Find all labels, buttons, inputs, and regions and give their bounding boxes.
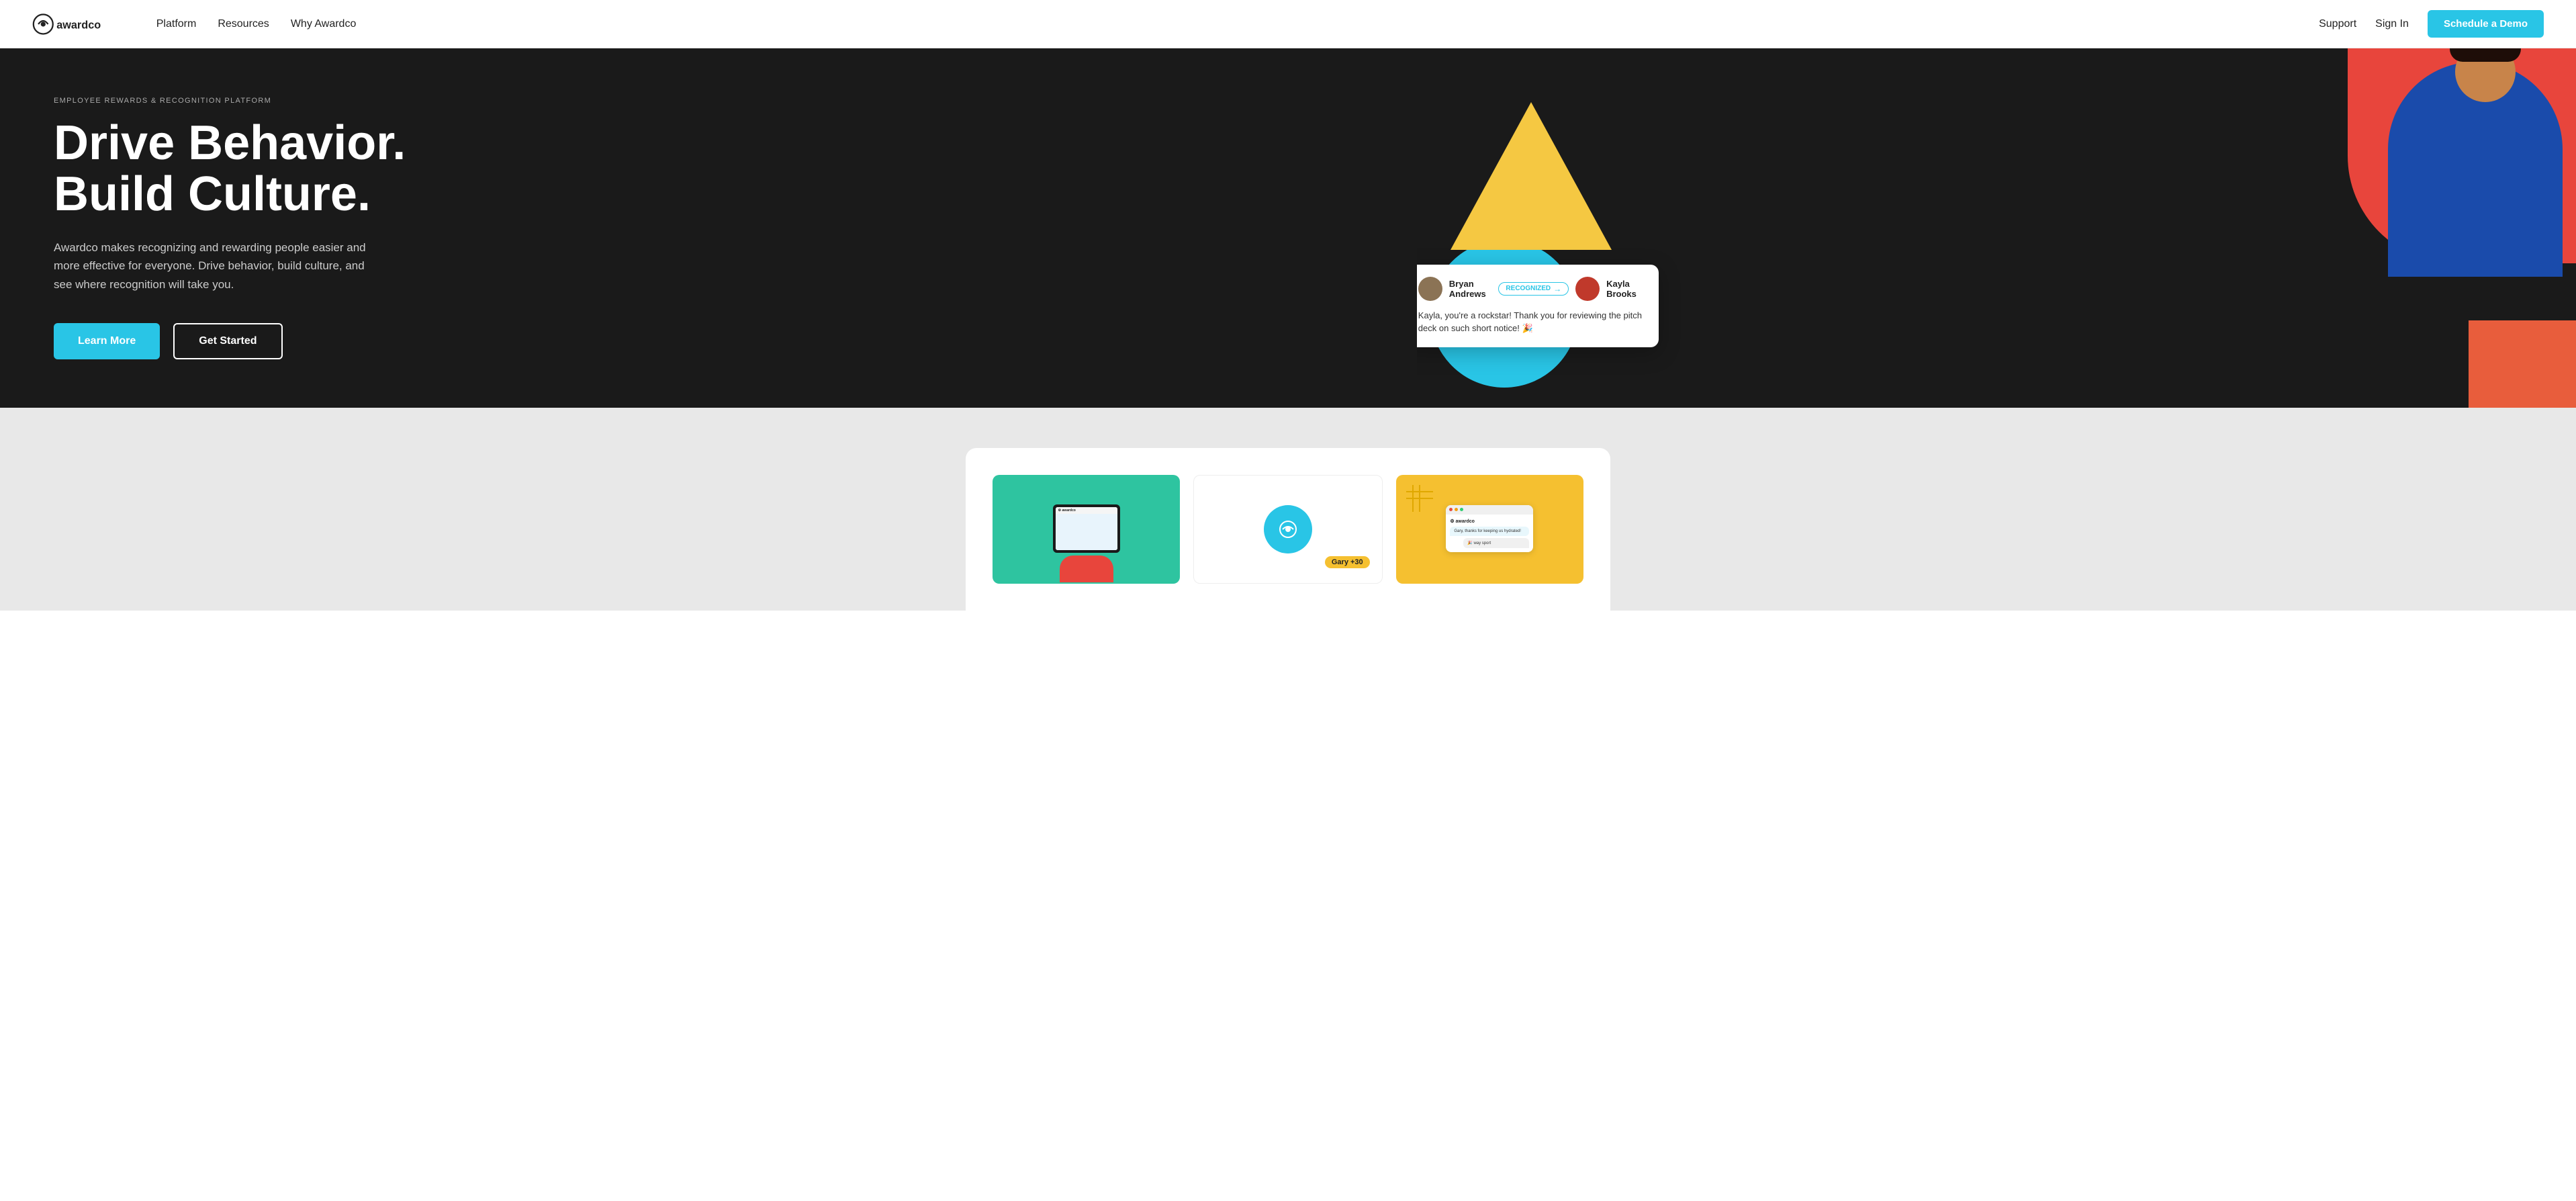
desktop-content: ⚙ awardco Gary, thanks for keeping us hy… (1446, 515, 1533, 552)
hands-illustration (1060, 555, 1113, 582)
receiver-name: Kayla Brooks (1606, 279, 1644, 299)
recognized-badge: RECOGNIZED → (1498, 282, 1569, 296)
circle-logo (1264, 505, 1312, 553)
hero-visual: Bryan Andrews RECOGNIZED → Kayla Brooks … (1417, 48, 2576, 408)
get-started-button[interactable]: Get Started (173, 323, 282, 359)
expand-dot (1460, 508, 1463, 511)
preview-card-yellow: ⚙ awardco Gary, thanks for keeping us hy… (1396, 475, 1583, 584)
hero-section: EMPLOYEE REWARDS & RECOGNITION PLATFORM … (0, 48, 2576, 408)
nav-resources[interactable]: Resources (218, 18, 269, 30)
svg-text:awardco: awardco (56, 19, 101, 31)
nav-support[interactable]: Support (2319, 18, 2356, 30)
preview-card-white-inner: Gary +30 (1194, 476, 1381, 583)
close-dot (1449, 508, 1453, 511)
hero-heading: Drive Behavior. Build Culture. (54, 118, 1374, 220)
hero-buttons: Learn More Get Started (54, 323, 1374, 359)
preview-section: ⚙ awardco Gary +30 (0, 408, 2576, 611)
hero-person (2361, 48, 2576, 277)
cross-decoration (1406, 485, 1433, 515)
tablet-body (1056, 514, 1117, 550)
logo[interactable]: awardco (32, 11, 130, 37)
card-message: Kayla, you're a rockstar! Thank you for … (1418, 309, 1644, 335)
sender-name: Bryan Andrews (1449, 279, 1492, 299)
learn-more-button[interactable]: Learn More (54, 323, 160, 359)
tablet-header: ⚙ awardco (1056, 507, 1117, 514)
preview-card-green: ⚙ awardco (993, 475, 1180, 584)
nav-why-awardco[interactable]: Why Awardco (291, 18, 357, 30)
minimize-dot (1455, 508, 1458, 511)
navbar: awardco Platform Resources Why Awardco S… (0, 0, 2576, 48)
hero-heading-line1: Drive Behavior. (54, 116, 406, 170)
hero-heading-line2: Build Culture. (54, 167, 371, 221)
desktop-mockup: ⚙ awardco Gary, thanks for keeping us hy… (1446, 505, 1533, 552)
nav-right: Support Sign In Schedule a Demo (2319, 10, 2544, 38)
person-hair (2450, 48, 2521, 62)
avatar-bryan (1418, 277, 1442, 301)
nav-left: awardco Platform Resources Why Awardco (32, 11, 356, 37)
desktop-toolbar (1446, 505, 1533, 515)
badge-text: RECOGNIZED (1506, 285, 1551, 292)
card-header: Bryan Andrews RECOGNIZED → Kayla Brooks (1418, 277, 1644, 301)
shape-coral (2469, 320, 2576, 408)
nav-links: Platform Resources Why Awardco (156, 18, 357, 30)
desktop-logo-text: ⚙ awardco (1450, 519, 1529, 524)
recognition-card: Bryan Andrews RECOGNIZED → Kayla Brooks … (1417, 265, 1659, 347)
schedule-demo-button[interactable]: Schedule a Demo (2428, 10, 2544, 38)
chat-bubble-1: Gary, thanks for keeping us hydrated! (1450, 527, 1529, 536)
nav-sign-in[interactable]: Sign In (2375, 18, 2409, 30)
nav-platform[interactable]: Platform (156, 18, 197, 30)
preview-container: ⚙ awardco Gary +30 (966, 448, 1610, 611)
hero-eyebrow: EMPLOYEE REWARDS & RECOGNITION PLATFORM (54, 97, 1374, 105)
badge-arrow-icon: → (1553, 284, 1561, 294)
tablet-device: ⚙ awardco (1053, 504, 1120, 553)
tablet-screen: ⚙ awardco (1056, 507, 1117, 550)
chat-bubble-2: 🎉 way sport (1463, 538, 1529, 548)
preview-card-yellow-inner: ⚙ awardco Gary, thanks for keeping us hy… (1396, 475, 1583, 582)
preview-card-green-inner: ⚙ awardco (993, 475, 1180, 582)
hero-subtext: Awardco makes recognizing and rewarding … (54, 238, 376, 294)
preview-card-white: Gary +30 (1193, 475, 1382, 584)
shape-yellow (1451, 102, 1612, 253)
hero-content: EMPLOYEE REWARDS & RECOGNITION PLATFORM … (0, 48, 1417, 408)
tablet-logo: ⚙ awardco (1058, 508, 1076, 513)
avatar-kayla (1575, 277, 1600, 301)
gary-badge: Gary +30 (1325, 556, 1370, 568)
